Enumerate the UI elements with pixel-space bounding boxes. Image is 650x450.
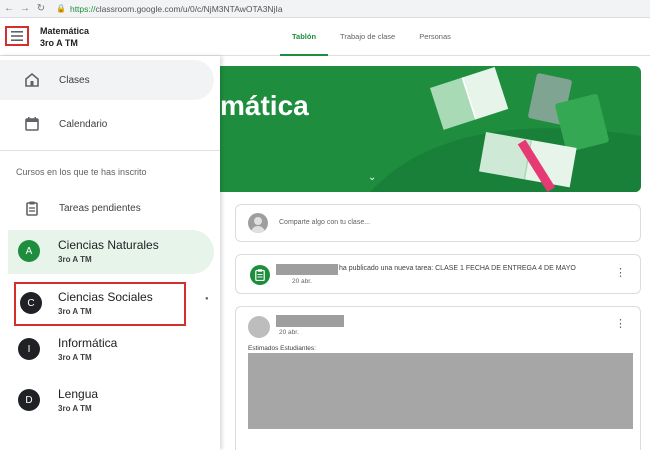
course-section: 3ro A TM xyxy=(40,38,78,48)
person-icon xyxy=(251,217,265,233)
sidebar-item-clases[interactable]: Clases xyxy=(0,60,214,100)
sidebar-course-ciencias-naturales[interactable]: A Ciencias Naturales 3ro A TM xyxy=(8,230,214,274)
announcement-greeting: Estimados Estudiantes: xyxy=(248,345,316,352)
redacted-author xyxy=(276,315,344,327)
forward-icon[interactable]: → xyxy=(20,3,30,14)
hamburger-icon xyxy=(11,31,23,41)
more-options-icon[interactable]: ⋮ xyxy=(615,268,626,279)
tab-tablon[interactable]: Tablón xyxy=(280,18,329,56)
sidebar-divider xyxy=(0,150,220,151)
browser-toolbar: ← → ↻ 🔒 https://classroom.google.com/u/0… xyxy=(0,0,650,18)
sidebar-item-label: Tareas pendientes xyxy=(59,202,141,214)
compose-placeholder: Comparte algo con tu clase... xyxy=(279,219,371,226)
reload-icon[interactable]: ↻ xyxy=(36,3,46,14)
course-avatar: A xyxy=(18,240,40,262)
main-menu-button[interactable] xyxy=(5,26,29,46)
sidebar-item-calendario[interactable]: Calendario xyxy=(0,104,214,144)
calendar-icon xyxy=(24,116,40,132)
redacted-author xyxy=(276,264,338,275)
course-avatar: I xyxy=(18,338,40,360)
course-name: Ciencias Sociales xyxy=(58,290,153,304)
author-avatar xyxy=(248,316,270,338)
home-icon xyxy=(24,72,40,88)
sidebar-course-informatica[interactable]: I Informática 3ro A TM xyxy=(8,328,214,372)
sidebar-course-lengua[interactable]: D Lengua 3ro A TM xyxy=(8,379,214,423)
sidebar-course-ciencias-sociales[interactable]: C Ciencias Sociales 3ro A TM xyxy=(14,282,186,326)
assignment-icon xyxy=(250,265,270,285)
top-tabs: Tablón Trabajo de clase Personas xyxy=(280,18,463,56)
banner-illustration xyxy=(370,66,641,192)
assignment-icon xyxy=(24,200,40,216)
course-section: 3ro A TM xyxy=(58,255,92,264)
course-section: 3ro A TM xyxy=(58,307,92,316)
sidebar-item-label: Calendario xyxy=(59,118,108,130)
course-name: Lengua xyxy=(58,387,99,401)
banner-title: mática xyxy=(220,90,309,121)
chevron-down-icon[interactable]: ⌄ xyxy=(368,172,376,183)
course-avatar: D xyxy=(18,389,40,411)
sidebar-item-label: Clases xyxy=(59,74,90,86)
app-header: Matemática 3ro A TM Tablón Trabajo de cl… xyxy=(0,18,650,56)
share-with-class-box[interactable]: Comparte algo con tu clase... xyxy=(235,204,641,242)
url-text: classroom.google.com/u/0/c/NjM3NTAwOTA3N… xyxy=(95,3,283,14)
tab-trabajo-de-clase[interactable]: Trabajo de clase xyxy=(328,18,407,56)
enrolled-section-label: Cursos en los que te has inscrito xyxy=(16,167,147,177)
course-name: Ciencias Naturales xyxy=(58,238,159,252)
course-section: 3ro A TM xyxy=(58,353,92,362)
assignment-post-date: 20 abr. xyxy=(292,278,312,285)
stream-main: mática ⌄ Comparte algo con tu clase... h… xyxy=(220,56,650,450)
announcement-date: 20 abr. xyxy=(279,329,299,336)
address-bar[interactable]: 🔒 https://classroom.google.com/u/0/c/NjM… xyxy=(56,4,283,14)
announcement-post[interactable]: 20 abr. ⋮ Estimados Estudiantes: xyxy=(235,306,641,450)
scroll-indicator-dot: ● xyxy=(205,296,209,302)
user-avatar xyxy=(248,213,268,233)
course-name: Informática xyxy=(58,336,118,350)
sidebar-item-tareas-pendientes[interactable]: Tareas pendientes xyxy=(0,188,214,228)
course-banner: mática ⌄ xyxy=(220,66,641,192)
course-section: 3ro A TM xyxy=(58,404,92,413)
lock-icon: 🔒 xyxy=(56,4,66,13)
more-options-icon[interactable]: ⋮ xyxy=(615,319,626,330)
course-title[interactable]: Matemática xyxy=(40,25,89,37)
assignment-post[interactable]: ha publicado una nueva tarea: CLASE 1 FE… xyxy=(235,254,641,294)
navigation-drawer: Clases Calendario Cursos en los que te h… xyxy=(0,56,220,450)
course-avatar: C xyxy=(20,292,42,314)
url-scheme: https:// xyxy=(69,3,96,14)
assignment-post-text: ha publicado una nueva tarea: CLASE 1 FE… xyxy=(339,265,576,272)
tab-personas[interactable]: Personas xyxy=(407,18,463,56)
redacted-announcement-body xyxy=(248,353,633,429)
back-icon[interactable]: ← xyxy=(4,3,14,14)
